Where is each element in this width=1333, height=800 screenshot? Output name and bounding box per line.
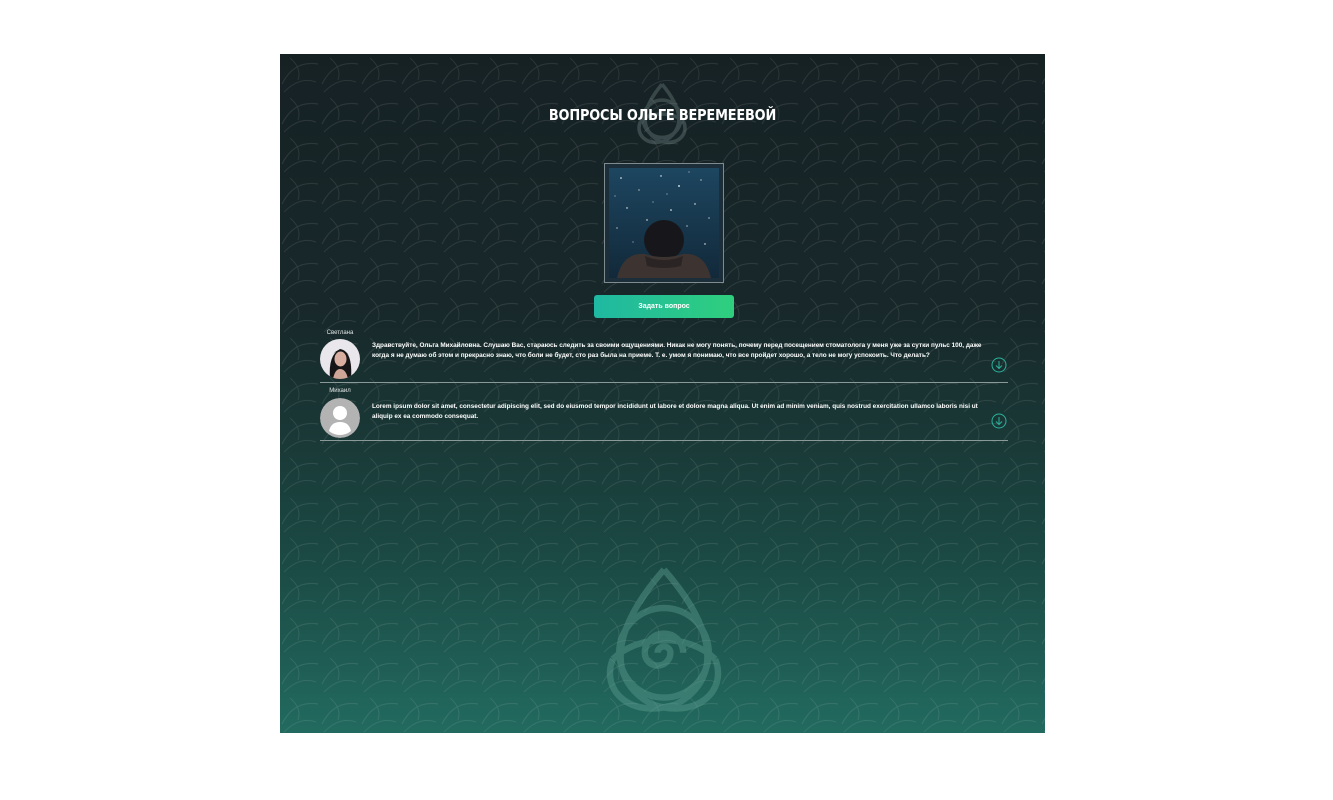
ask-question-button[interactable]: Задать вопрос <box>594 295 734 318</box>
question-text: Здравствуйте, Ольга Михайловна. Слушаю В… <box>372 342 982 359</box>
author-photo <box>609 168 719 278</box>
question-author-name: Михаил <box>329 388 351 394</box>
chevron-down-circle-icon[interactable] <box>991 413 1007 429</box>
questions-section: ВОПРОСЫ ОЛЬГЕ ВЕРЕМЕЕВОЙ Задать вопрос С… <box>280 54 1045 733</box>
question-author-name: Светлана <box>326 330 354 336</box>
question-text: Lorem ipsum dolor sit amet, consectetur … <box>372 403 978 420</box>
triquetra-knot-icon <box>606 567 722 712</box>
question-item: Михаил Lorem ipsum dolor sit amet, conse… <box>320 386 1008 441</box>
chevron-down-circle-icon[interactable] <box>991 357 1007 373</box>
page-title: ВОПРОСЫ ОЛЬГЕ ВЕРЕМЕЕВОЙ <box>548 106 777 124</box>
author-avatar <box>320 339 360 379</box>
question-item: Светлана Здравствуйте, Ольга Михайловна.… <box>320 328 1008 383</box>
user-placeholder-icon <box>320 398 360 438</box>
author-photo-frame <box>604 163 724 283</box>
